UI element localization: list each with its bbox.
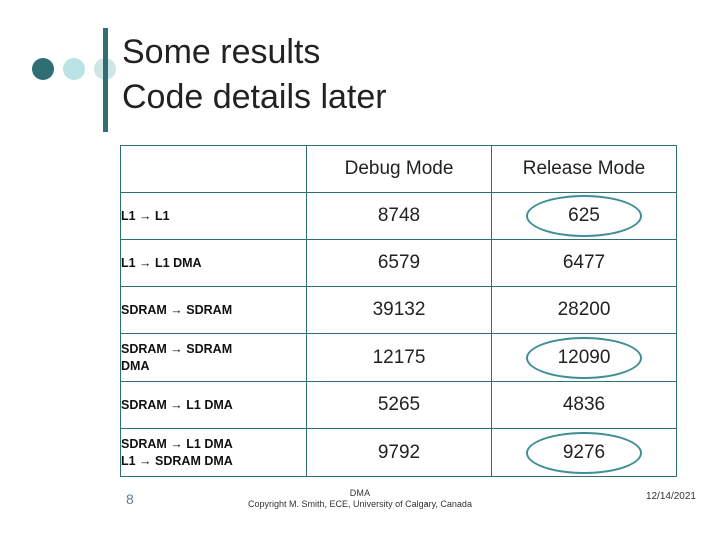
row-label-main: SDRAM → SDRAM bbox=[121, 302, 233, 317]
cell-debug-value: 39132 bbox=[306, 286, 492, 334]
table-header-row: Debug Mode Release Mode bbox=[120, 145, 677, 193]
cell-debug-text: 8748 bbox=[377, 205, 421, 226]
row-label-main: L1 → L1 bbox=[121, 208, 170, 223]
footer-copyright: Copyright M. Smith, ECE, University of C… bbox=[248, 499, 472, 509]
row-label-main: SDRAM → L1 DMA bbox=[121, 397, 233, 412]
cell-release-text: 28200 bbox=[557, 299, 611, 320]
footer-center: DMA Copyright M. Smith, ECE, University … bbox=[0, 488, 720, 509]
footer-date: 12/14/2021 bbox=[645, 491, 696, 502]
cell-debug-value: 12175 bbox=[306, 333, 492, 382]
page-title: Some results Code details later bbox=[122, 30, 682, 120]
table-header-debug-mode: Debug Mode bbox=[306, 145, 492, 193]
table-row: SDRAM → L1 DMA 5265 4836 bbox=[120, 381, 677, 429]
footer-separator: . bbox=[425, 496, 428, 506]
slide-footer: 8 DMA Copyright M. Smith, ECE, Universit… bbox=[0, 488, 720, 528]
table-row: SDRAM → SDRAM 39132 28200 bbox=[120, 286, 677, 334]
row-label-cell: SDRAM → L1 DMA bbox=[120, 381, 307, 429]
page-title-line-1: Some results bbox=[122, 33, 321, 71]
row-label-main: SDRAM → SDRAM bbox=[121, 342, 233, 357]
row-label-sub: L1 → SDRAM DMA bbox=[121, 453, 233, 468]
table-row: SDRAM → L1 DMA L1 → SDRAM DMA 9792 9276 bbox=[120, 428, 677, 477]
cell-release-text: 9276 bbox=[562, 441, 606, 463]
cell-debug-text: 5265 bbox=[377, 394, 421, 415]
cell-debug-value: 6579 bbox=[306, 239, 492, 287]
row-label-cell: SDRAM → SDRAM DMA bbox=[120, 333, 307, 382]
table-row: L1 → L1 DMA 6579 6477 bbox=[120, 239, 677, 287]
row-label-main: L1 → L1 DMA bbox=[121, 255, 202, 270]
row-label-cell: L1 → L1 bbox=[120, 192, 307, 240]
cell-release-text: 4836 bbox=[562, 394, 606, 415]
table-row: L1 → L1 8748 625 bbox=[120, 192, 677, 240]
row-label-cell: SDRAM → SDRAM bbox=[120, 286, 307, 334]
cell-debug-text: 39132 bbox=[372, 299, 426, 320]
cell-release-value: 12090 bbox=[491, 333, 677, 382]
cell-debug-value: 9792 bbox=[306, 428, 492, 477]
table-row: SDRAM → SDRAM DMA 12175 12090 bbox=[120, 333, 677, 382]
table-header-release-mode: Release Mode bbox=[491, 145, 677, 193]
cell-release-value: 625 bbox=[491, 192, 677, 240]
dot-dark-icon bbox=[32, 58, 54, 80]
cell-debug-text: 6579 bbox=[377, 252, 421, 273]
cell-debug-text: 12175 bbox=[372, 346, 426, 368]
cell-release-text: 6477 bbox=[562, 252, 606, 273]
cell-debug-value: 8748 bbox=[306, 192, 492, 240]
row-label-cell: SDRAM → L1 DMA L1 → SDRAM DMA bbox=[120, 428, 307, 477]
cell-release-value: 9276 bbox=[491, 428, 677, 477]
cell-release-value: 28200 bbox=[491, 286, 677, 334]
cell-debug-value: 5265 bbox=[306, 381, 492, 429]
dot-light-icon bbox=[63, 58, 85, 80]
table-corner-header bbox=[120, 145, 307, 193]
cell-debug-text: 9792 bbox=[377, 441, 421, 463]
footer-label: DMA bbox=[349, 488, 371, 498]
title-accent-bar bbox=[103, 28, 108, 132]
results-table: Debug Mode Release Mode L1 → L1 8748 625 bbox=[120, 145, 677, 477]
cell-release-value: 6477 bbox=[491, 239, 677, 287]
page-title-line-2: Code details later bbox=[122, 77, 387, 116]
cell-release-text: 12090 bbox=[557, 346, 611, 368]
row-label-sub: DMA bbox=[121, 358, 150, 373]
row-label-main: SDRAM → L1 DMA bbox=[121, 437, 233, 452]
results-table-wrapper: Debug Mode Release Mode L1 → L1 8748 625 bbox=[120, 145, 677, 477]
row-label-cell: L1 → L1 DMA bbox=[120, 239, 307, 287]
cell-release-value: 4836 bbox=[491, 381, 677, 429]
cell-release-text: 625 bbox=[568, 205, 600, 226]
